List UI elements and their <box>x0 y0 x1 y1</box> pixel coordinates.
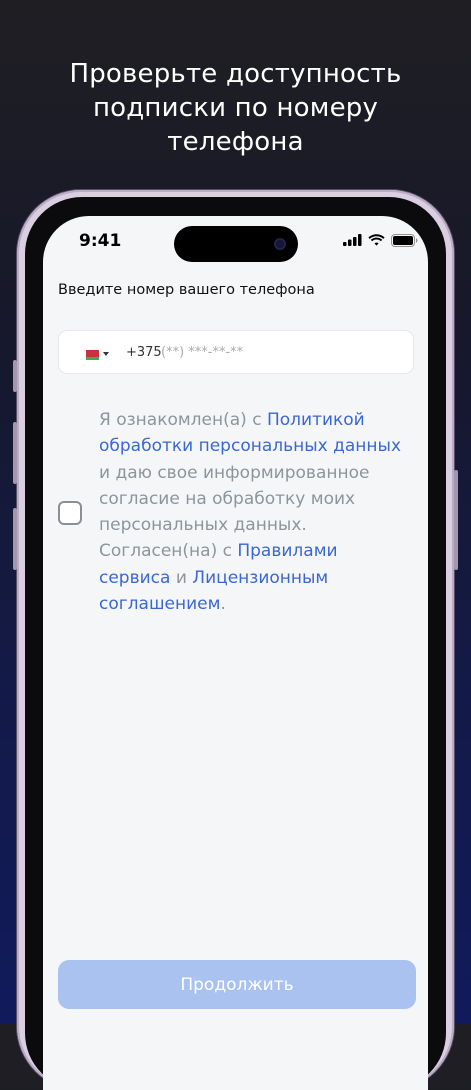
consent-text: Я ознакомлен(а) с Политикой обработки пе… <box>99 407 404 617</box>
volume-down-button <box>13 508 17 570</box>
promo-title-line: подписки по номеру <box>92 93 379 123</box>
app-screen: 9:41 Введите номер вашего телефона +375 … <box>43 216 428 1090</box>
continue-button[interactable]: Продолжить <box>58 960 416 1009</box>
phone-mockup: 9:41 Введите номер вашего телефона +375 … <box>13 190 458 1090</box>
consent-text-part: и <box>170 567 193 588</box>
phone-number-input[interactable]: +375 (**) ***-**-** <box>58 330 414 374</box>
power-button <box>454 470 458 570</box>
phone-country-code: +375 <box>126 345 162 360</box>
promo-title-line: телефона <box>167 127 304 157</box>
camera-icon <box>274 238 286 250</box>
cellular-signal-icon <box>343 234 362 246</box>
status-time: 9:41 <box>79 231 122 251</box>
volume-up-button <box>13 422 17 484</box>
phone-field-label: Введите номер вашего телефона <box>58 282 315 298</box>
phone-placeholder[interactable]: (**) ***-**-** <box>161 345 243 360</box>
side-button <box>13 360 17 392</box>
promo-title-line: Проверьте доступность <box>69 59 402 89</box>
phone-bezel: 9:41 Введите номер вашего телефона +375 … <box>25 197 446 1090</box>
chevron-down-icon[interactable] <box>103 352 109 356</box>
belarus-flag-icon[interactable] <box>83 350 99 360</box>
status-icons <box>343 233 418 247</box>
consent-text-part: Я ознакомлен(а) с <box>99 410 267 430</box>
dynamic-island <box>174 226 298 262</box>
consent-text-part: . <box>220 594 226 615</box>
wifi-icon <box>368 234 385 246</box>
battery-icon <box>391 233 418 247</box>
promo-title: Проверьте доступность подписки по номеру… <box>20 57 451 159</box>
consent-checkbox[interactable] <box>58 501 82 525</box>
